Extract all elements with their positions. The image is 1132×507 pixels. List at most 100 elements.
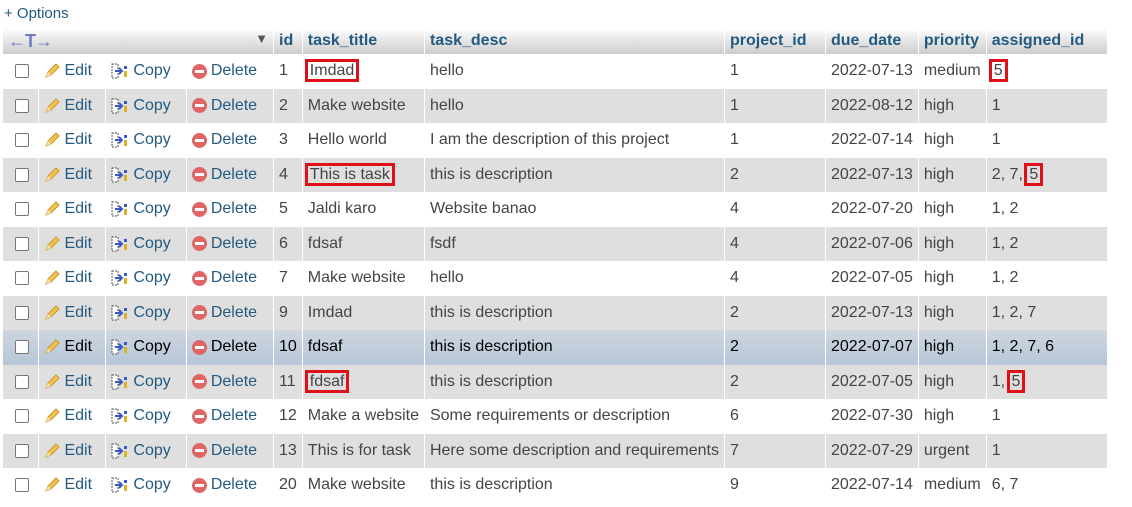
edit-button[interactable]: Edit <box>39 433 106 468</box>
row-checkbox[interactable] <box>15 305 29 320</box>
delete-icon <box>191 339 207 355</box>
table-row: Edit Copy Delete 20 Make website this is… <box>3 468 1107 503</box>
edit-button[interactable]: Edit <box>39 330 106 365</box>
cell-task-desc: Here some description and requirements <box>424 433 724 468</box>
table-row: Edit Copy Delete 1 Imdad hello 1 2022-07… <box>3 54 1107 89</box>
cell-task-title: fdsaf <box>304 369 350 393</box>
copy-icon <box>111 166 133 183</box>
cell-id: 3 <box>274 123 302 158</box>
edit-button[interactable]: Edit <box>39 399 106 434</box>
edit-button[interactable]: Edit <box>39 88 106 123</box>
cell-due-date: 2022-07-07 <box>826 330 918 365</box>
table-row: Edit Copy Delete 2 Make website hello 1 … <box>3 88 1107 123</box>
cell-due-date: 2022-07-13 <box>826 157 918 192</box>
delete-button[interactable]: Delete <box>186 226 273 261</box>
edit-button[interactable]: Edit <box>39 364 106 399</box>
cell-task-desc: this is description <box>424 157 724 192</box>
row-checkbox[interactable] <box>15 167 29 182</box>
row-checkbox[interactable] <box>15 236 29 251</box>
row-checkbox[interactable] <box>15 271 29 286</box>
cell-priority: urgent <box>918 433 986 468</box>
copy-icon <box>111 442 133 459</box>
row-checkbox[interactable] <box>15 374 29 389</box>
delete-button[interactable]: Delete <box>186 54 273 89</box>
delete-button[interactable]: Delete <box>186 433 273 468</box>
cell-project-id: 4 <box>725 261 825 296</box>
copy-button[interactable]: Copy <box>106 468 186 503</box>
edit-button[interactable]: Edit <box>39 226 106 261</box>
cell-task-title: This is task <box>304 162 395 186</box>
cell-assigned-id: 1, 2 <box>991 234 1019 252</box>
cell-project-id: 2 <box>725 157 825 192</box>
copy-icon <box>111 476 133 493</box>
row-checkbox[interactable] <box>15 409 29 424</box>
copy-button[interactable]: Copy <box>106 330 186 365</box>
cell-priority: medium <box>918 468 986 503</box>
cell-due-date: 2022-07-29 <box>826 433 918 468</box>
copy-button[interactable]: Copy <box>106 295 186 330</box>
column-arrows-icon[interactable]: ←T→ <box>8 31 53 51</box>
copy-button[interactable]: Copy <box>106 261 186 296</box>
edit-button[interactable]: Edit <box>39 157 106 192</box>
copy-button[interactable]: Copy <box>106 123 186 158</box>
table-row: Edit Copy Delete 4 This is task this is … <box>3 157 1107 192</box>
delete-button[interactable]: Delete <box>186 192 273 227</box>
cell-due-date: 2022-07-13 <box>826 295 918 330</box>
column-header-task-desc[interactable]: task_desc <box>424 28 724 54</box>
cell-id: 20 <box>274 468 302 503</box>
delete-button[interactable]: Delete <box>186 468 273 503</box>
cell-task-title: fdsaf <box>307 338 343 356</box>
column-header-id[interactable]: id <box>274 28 302 54</box>
copy-button[interactable]: Copy <box>106 399 186 434</box>
copy-icon <box>111 131 133 148</box>
copy-button[interactable]: Copy <box>106 157 186 192</box>
row-checkbox[interactable] <box>15 443 29 458</box>
delete-button[interactable]: Delete <box>186 123 273 158</box>
delete-button[interactable]: Delete <box>186 364 273 399</box>
column-header-task-title[interactable]: task_title <box>302 28 424 54</box>
options-toggle[interactable]: + Options <box>4 5 69 22</box>
delete-button[interactable]: Delete <box>186 399 273 434</box>
cell-due-date: 2022-07-30 <box>826 399 918 434</box>
cell-project-id: 2 <box>725 364 825 399</box>
copy-button[interactable]: Copy <box>106 88 186 123</box>
cell-id: 2 <box>274 88 302 123</box>
copy-button[interactable]: Copy <box>106 226 186 261</box>
delete-button[interactable]: Delete <box>186 261 273 296</box>
delete-button[interactable]: Delete <box>186 295 273 330</box>
row-checkbox[interactable] <box>15 98 29 113</box>
delete-button[interactable]: Delete <box>186 157 273 192</box>
row-checkbox[interactable] <box>15 133 29 148</box>
pencil-icon <box>44 269 64 286</box>
delete-button[interactable]: Delete <box>186 88 273 123</box>
copy-button[interactable]: Copy <box>106 364 186 399</box>
edit-button[interactable]: Edit <box>39 54 106 89</box>
column-header-priority[interactable]: priority <box>918 28 986 54</box>
sort-dropdown-icon[interactable]: ▼ <box>255 31 268 46</box>
edit-button[interactable]: Edit <box>39 123 106 158</box>
edit-button[interactable]: Edit <box>39 261 106 296</box>
cell-id: 6 <box>274 226 302 261</box>
row-checkbox[interactable] <box>15 340 29 355</box>
column-header-due-date[interactable]: due_date <box>826 28 918 54</box>
cell-project-id: 2 <box>725 295 825 330</box>
edit-button[interactable]: Edit <box>39 295 106 330</box>
cell-task-title: Jaldi karo <box>307 200 377 218</box>
pencil-icon <box>44 338 64 355</box>
copy-button[interactable]: Copy <box>106 433 186 468</box>
column-header-project-id[interactable]: project_id <box>725 28 825 54</box>
column-header-assigned-id[interactable]: assigned_id <box>986 28 1107 54</box>
copy-button[interactable]: Copy <box>106 54 186 89</box>
delete-icon <box>191 63 207 79</box>
copy-icon <box>111 373 133 390</box>
row-checkbox[interactable] <box>15 202 29 217</box>
cell-id: 13 <box>274 433 302 468</box>
delete-button[interactable]: Delete <box>186 330 273 365</box>
edit-button[interactable]: Edit <box>39 192 106 227</box>
copy-button[interactable]: Copy <box>106 192 186 227</box>
edit-button[interactable]: Edit <box>39 468 106 503</box>
cell-task-title: This is for task <box>307 441 411 459</box>
row-checkbox[interactable] <box>15 478 29 493</box>
row-checkbox[interactable] <box>15 64 29 79</box>
pencil-icon <box>44 97 64 114</box>
